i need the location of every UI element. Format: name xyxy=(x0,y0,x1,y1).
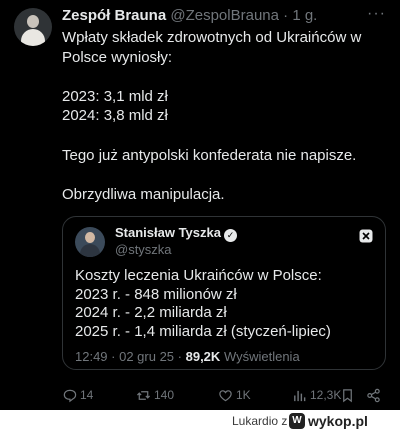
post-card[interactable]: Zespół Brauna @ZespolBrauna · 1 g. ··· W… xyxy=(0,0,400,410)
quoted-author-handle: @styszka xyxy=(115,242,172,257)
quoted-meta: 12:49 · 02 gru 25 · 89,2K Wyświetlenia xyxy=(75,349,300,364)
quoted-views-label: Wyświetlenia xyxy=(223,349,300,364)
quoted-time: 12:49 xyxy=(75,349,108,364)
bookmark-icon xyxy=(343,388,352,402)
wykop-logo-icon: W xyxy=(289,413,305,429)
post-text: Wpłaty składek zdrowotnych od Ukraińców … xyxy=(62,28,388,204)
like-count: 1K xyxy=(236,388,251,402)
heart-icon xyxy=(219,389,232,401)
post-line: Wpłaty składek zdrowotnych od Ukraińców … xyxy=(62,29,362,66)
post-line: 2023: 3,1 mld zł xyxy=(62,87,168,105)
reply-button[interactable]: 14 xyxy=(62,386,93,404)
quote-x-icon xyxy=(359,229,373,243)
views-count: 12,3K xyxy=(310,388,342,402)
reply-count: 14 xyxy=(80,388,94,402)
reply-icon xyxy=(63,389,77,402)
analytics-icon xyxy=(294,390,306,401)
views-button[interactable]: 12,3K xyxy=(292,386,341,404)
author-avatar[interactable] xyxy=(14,8,52,46)
post-time[interactable]: 1 g. xyxy=(292,7,317,24)
quoted-line: 2024 r. - 2,2 miliarda zł xyxy=(75,304,227,321)
post-line: Obrzydliwa manipulacja. xyxy=(62,185,225,203)
author-name[interactable]: Zespół Brauna xyxy=(62,7,166,24)
footer-user: Lukardio z xyxy=(232,414,288,428)
separator: · xyxy=(283,7,289,24)
action-bar: 14 140 1K 12,3K xyxy=(62,386,388,404)
share-button[interactable] xyxy=(366,386,381,404)
quoted-author-name: Stanisław Tyszka ✓ xyxy=(115,225,237,242)
post-header: Zespół Brauna @ZespolBrauna · 1 g. ··· xyxy=(62,4,386,26)
quoted-views: 89,2K xyxy=(185,349,221,364)
quoted-date: 02 gru 25 xyxy=(119,349,175,364)
wykop-footer: Lukardio z W wykop.pl xyxy=(0,410,400,432)
quoted-text: Koszty leczenia Ukraińców w Polsce: 2023… xyxy=(75,267,380,341)
post-line: 2024: 3,8 mld zł xyxy=(62,107,168,125)
repost-count: 140 xyxy=(154,388,175,402)
share-icon xyxy=(367,388,380,402)
like-button[interactable]: 1K xyxy=(218,386,251,404)
quoted-line: 2023 r. - 848 milionów zł xyxy=(75,285,237,303)
wykop-logo-text: wykop.pl xyxy=(308,413,368,429)
quoted-line: 2025 r. - 1,4 miliarda zł (styczeń-lipie… xyxy=(75,322,331,340)
post-line: Tego już antypolski konfederata nie napi… xyxy=(62,146,357,164)
repost-button[interactable]: 140 xyxy=(136,386,174,404)
quoted-author-avatar xyxy=(75,227,105,257)
quoted-post[interactable]: Stanisław Tyszka ✓ @styszka Koszty leczen… xyxy=(62,216,386,370)
more-dots-icon[interactable]: ··· xyxy=(367,4,386,24)
bookmark-button[interactable] xyxy=(340,386,355,404)
verified-badge-icon: ✓ xyxy=(223,229,237,242)
author-handle[interactable]: @ZespolBrauna xyxy=(170,7,279,24)
repost-icon xyxy=(136,390,151,400)
wykop-logo[interactable]: W wykop.pl xyxy=(289,412,368,430)
quoted-line: Koszty leczenia Ukraińców w Polsce: xyxy=(75,267,322,284)
